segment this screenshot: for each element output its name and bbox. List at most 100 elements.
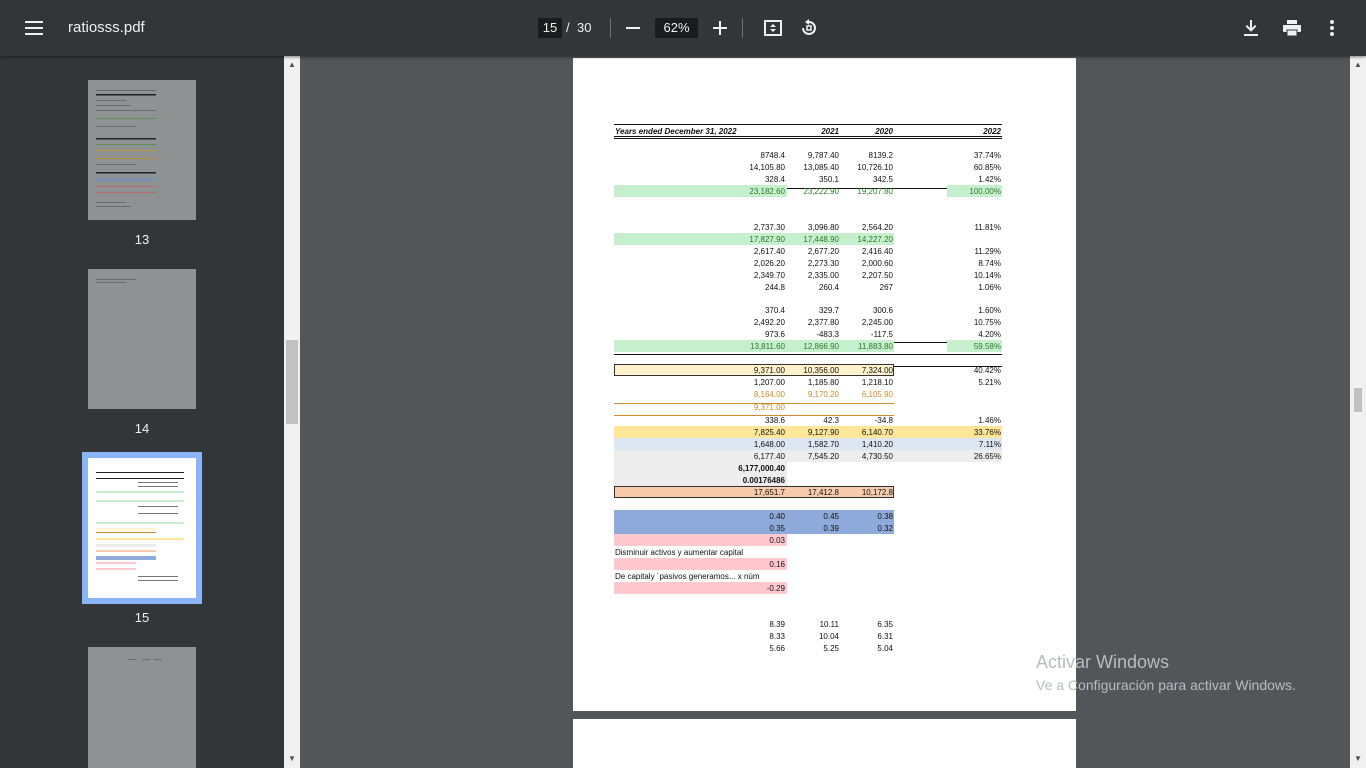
table-note: Disminuir activos y aumentar capital: [615, 548, 744, 557]
table-cell: 2,617.40: [753, 247, 785, 256]
table-cell: 17,448.90: [803, 235, 839, 244]
table-cell: 1,218.10: [861, 378, 893, 387]
table-cell: 2,000.60: [861, 259, 893, 268]
scroll-up-icon[interactable]: ▲: [284, 58, 300, 72]
thumbnail-content: [96, 90, 156, 207]
pdf-toolbar: ratiosss.pdf 15 / 30 62%: [0, 0, 1366, 56]
table-cell: 10,172.8: [861, 488, 893, 497]
table-cell: 267: [879, 283, 893, 292]
document-scrollbar[interactable]: ▲ ▼: [1350, 56, 1366, 768]
print-icon[interactable]: [1276, 12, 1308, 44]
table-note: De capitaly ´pasivos generamos... x núm: [615, 572, 760, 581]
rotate-icon[interactable]: [793, 12, 825, 44]
table-cell: 19,207.80: [857, 187, 893, 196]
scroll-down-icon[interactable]: ▼: [284, 752, 300, 766]
file-title: ratiosss.pdf: [68, 19, 145, 36]
table-cell: 244.8: [764, 283, 785, 292]
table-cell: 59.58%: [973, 342, 1001, 351]
more-options-icon[interactable]: [1316, 12, 1348, 44]
sidebar-scroll-thumb[interactable]: [286, 340, 298, 424]
table-cell: 10.04: [818, 632, 839, 641]
table-cell: 1.60%: [978, 306, 1001, 315]
table-cell: 370.4: [764, 306, 785, 315]
table-rule: [614, 124, 1002, 125]
menu-icon[interactable]: [18, 12, 50, 44]
table-cell: 2,026.20: [753, 259, 785, 268]
table-cell: 14,105.80: [749, 163, 785, 172]
table-cell: 3,096.80: [807, 223, 839, 232]
table-cell: 100.00%: [969, 187, 1001, 196]
zoom-input[interactable]: 62%: [655, 18, 698, 38]
table-cell: 4.20%: [978, 330, 1001, 339]
table-cell: 2,349.70: [753, 271, 785, 280]
page-thumbnail[interactable]: [88, 269, 196, 409]
thumbnail-content: [96, 472, 184, 581]
page-total: 30: [577, 20, 592, 35]
page-number-input[interactable]: 15: [538, 18, 562, 38]
table-cell: 6,177,000.40: [738, 464, 785, 473]
table-cell: 300.6: [872, 306, 893, 315]
table-cell: 5.21%: [978, 378, 1001, 387]
table-cell: 338.6: [764, 416, 785, 425]
table-cell: 26.65%: [973, 452, 1001, 461]
document-scroll-thumb[interactable]: [1354, 388, 1362, 412]
table-cell: 0.39: [823, 524, 839, 533]
table-cell: 0.00176486: [742, 476, 785, 485]
sidebar-scrollbar[interactable]: ▲ ▼: [284, 56, 300, 768]
table-cell: 973.6: [764, 330, 785, 339]
table-cell: 23,182.60: [749, 187, 785, 196]
table-cell: 17,651.7: [753, 488, 785, 497]
table-cell: 37.74%: [973, 151, 1001, 160]
thumbnail-label: 15: [134, 610, 150, 625]
page-thumbnail-selected[interactable]: [88, 458, 196, 598]
toolbar-divider: [610, 18, 611, 38]
table-cell: 8.33: [769, 632, 785, 641]
table-cell: 9,371.00: [753, 366, 785, 375]
table-cell: 2,492.20: [753, 318, 785, 327]
table-cell: 2,377.80: [807, 318, 839, 327]
table-cell: 1.42%: [978, 175, 1001, 184]
table-cell: 17,827.90: [749, 235, 785, 244]
table-cell: 260.4: [818, 283, 839, 292]
table-cell: 328.4: [764, 175, 785, 184]
table-cell: 6.31: [877, 632, 893, 641]
download-icon[interactable]: [1235, 12, 1267, 44]
scroll-up-icon[interactable]: ▲: [1350, 58, 1366, 72]
table-cell: -34.8: [874, 416, 893, 425]
table-cell: 11.81%: [974, 223, 1001, 232]
thumbnail-label: 13: [134, 232, 150, 247]
table-cell: 342.5: [872, 175, 893, 184]
table-cell: 2,335.00: [807, 271, 839, 280]
table-cell: 40.42%: [973, 366, 1001, 375]
table-rule: [614, 136, 1002, 137]
watermark-title: Activar Windows: [1036, 652, 1170, 672]
fit-page-icon[interactable]: [757, 12, 789, 44]
table-cell: 329.7: [818, 306, 839, 315]
table-cell: 14,227.20: [857, 235, 893, 244]
table-cell: 13,085.40: [803, 163, 839, 172]
table-cell: 7,825.40: [753, 428, 785, 437]
table-cell: 0.40: [769, 512, 785, 521]
page-thumbnail[interactable]: [88, 80, 196, 220]
table-cell: 6,140.70: [861, 428, 893, 437]
zoom-in-icon[interactable]: [704, 12, 736, 44]
table-cell: 60.85%: [973, 163, 1001, 172]
table-cell: 8139.2: [868, 151, 893, 160]
table-cell: 350.1: [818, 175, 839, 184]
table-cell: 1.46%: [978, 416, 1001, 425]
table-cell: 4,730.50: [861, 452, 893, 461]
page-separator: /: [566, 20, 570, 35]
table-cell: 23,222.90: [803, 187, 839, 196]
scroll-down-icon[interactable]: ▼: [1350, 752, 1366, 766]
thumbnail-content: [128, 659, 162, 660]
table-cell: 2,207.50: [861, 271, 893, 280]
zoom-out-icon[interactable]: [617, 12, 649, 44]
table-cell: 17,412.8: [807, 488, 839, 497]
table-cell: 8748.4: [760, 151, 785, 160]
thumbnail-content: [96, 279, 136, 283]
table-cell: 12,866.90: [803, 342, 839, 351]
table-cell: 0.16: [769, 560, 785, 569]
table-cell: 10,726.10: [857, 163, 893, 172]
table-cell: 9,371.00: [753, 403, 785, 412]
page-thumbnail[interactable]: [88, 647, 196, 768]
